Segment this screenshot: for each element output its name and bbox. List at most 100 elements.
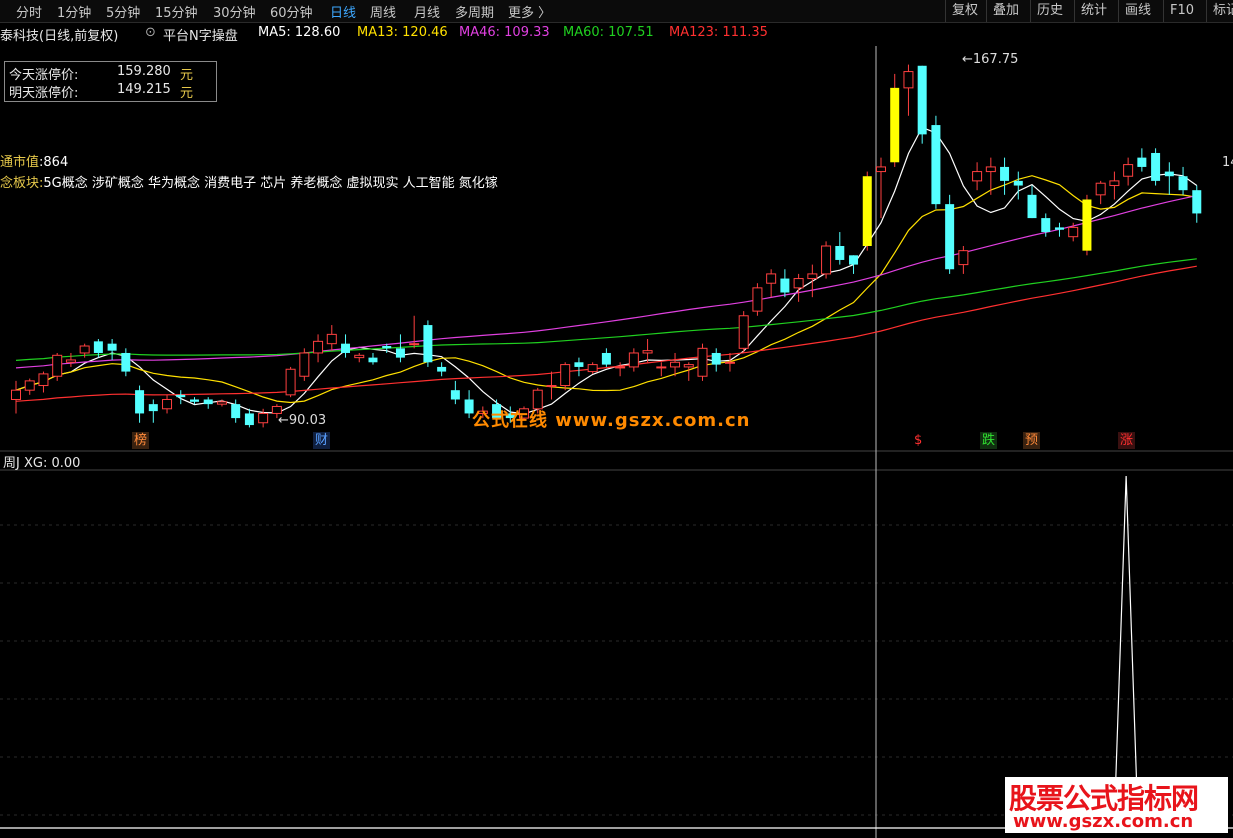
candle-body [395,348,405,358]
candle-body [1027,194,1037,219]
candle-body [24,380,35,391]
signal-marker-0: 榜 [132,432,150,449]
tomorrow-limit-value: 149.215 [117,82,171,97]
period-tab-0[interactable]: 分时 [16,2,42,21]
site-logo: 股票公式指标网 www.gszx.com.cn [1005,777,1228,833]
candle-body [766,273,777,284]
candle-body [189,399,199,402]
candle-body [615,366,626,369]
candle-body [1164,171,1174,177]
tool-button-2[interactable]: 历史 [1030,0,1063,22]
high-price-label: ←167.75 [962,52,1018,67]
candle-body [216,401,227,405]
period-tab-7[interactable]: 周线 [370,2,396,21]
ma5-value: MA5: 128.60 [258,25,341,40]
candle-body [450,390,460,400]
tool-button-3[interactable]: 统计 [1074,0,1107,22]
candle-body [121,352,131,372]
market-cap-value: :864 [39,155,69,170]
today-limit-value: 159.280 [117,64,171,79]
period-tab-10[interactable]: 更多 〉 [508,2,551,21]
period-tab-1[interactable]: 1分钟 [57,2,91,21]
candle-body [656,366,667,369]
candle-body [1041,218,1051,233]
tomorrow-limit-label: 明天涨停价: [9,86,79,101]
candle-body [670,361,681,368]
tool-button-5[interactable]: F10 [1163,0,1194,22]
tomorrow-limit-row: 明天涨停价: 149.215 元 [9,82,193,101]
candle-body [752,287,763,312]
ma13-value: MA13: 120.46 [357,25,448,40]
period-tab-8[interactable]: 月线 [414,2,440,21]
period-tab-4[interactable]: 30分钟 [213,2,256,21]
candle-body [807,273,818,280]
watermark-text: 公式在线 www.gszx.com.cn [472,410,751,431]
candle-body [148,404,158,412]
signal-marker-1: 财 [313,432,331,449]
ma-line-ma5 [15,126,1198,415]
candle-body [326,333,337,345]
market-cap-label: 通市值 [0,155,40,170]
ma-line-ma60 [15,258,1197,361]
candle-body [299,352,310,377]
candle-body [1109,180,1120,187]
candle-body [285,368,296,396]
signal-marker-3: 跌 [980,432,998,449]
xg-signal-line [0,475,1233,829]
candle-body [1000,166,1010,181]
candle-body [821,245,832,275]
candle-body [65,359,76,363]
indicator-name[interactable]: 平台N字操盘 [163,25,238,44]
candle-body [875,166,886,173]
candle-body [862,176,872,246]
stock-title[interactable]: 泰科技(日线,前复权) [0,25,118,44]
candle-body [93,341,103,353]
period-tab-2[interactable]: 5分钟 [106,2,140,21]
right-edge-price-label: 14 [1222,155,1233,170]
candle-body [711,352,721,365]
tool-button-4[interactable]: 画线 [1118,0,1151,22]
candle-body [601,352,611,365]
tool-button-6[interactable]: 标记 [1206,0,1233,22]
period-tab-6[interactable]: 日线 [330,2,356,21]
candle-body [341,343,351,353]
candle-body [903,71,914,89]
today-limit-label: 今天涨停价: [9,68,79,83]
candle-body [162,398,173,410]
candle-body [368,357,378,363]
candle-body [258,412,269,424]
tool-button-0[interactable]: 复权 [945,0,978,22]
candle-body [738,315,749,349]
candle-body [628,352,639,368]
candle-body [931,125,941,205]
signal-marker-5: 涨 [1118,432,1136,449]
candle-body [890,87,900,163]
limit-price-box: 今天涨停价: 159.280 元 明天涨停价: 149.215 元 [4,61,217,102]
candle-body [313,340,324,354]
candle-body [780,278,790,293]
logo-url: www.gszx.com.cn [1013,811,1194,832]
tomorrow-limit-unit: 元 [180,86,194,101]
indicator-dropdown-icon[interactable]: ⊙ [145,25,156,40]
candle-body [1013,180,1023,186]
candle-body [587,364,598,373]
candle-body [409,343,420,346]
candle-body [38,373,49,387]
candle-body [107,343,117,351]
period-tab-5[interactable]: 60分钟 [270,2,313,21]
period-toolbar: 分时 1分钟 5分钟 15分钟 30分钟 60分钟 日线 周线 月线 多周期 更多 〉 复权 叠加 历史统… [0,0,1233,23]
candle-body [793,278,804,289]
today-limit-row: 今天涨停价: 159.280 元 [9,64,193,83]
candle-body [849,255,859,265]
concept-line: 念板块:5G概念 涉矿概念 华为概念 消费电子 芯片 养老概念 虚拟现实 人工智… [0,172,498,191]
period-tab-9[interactable]: 多周期 [455,2,494,21]
candle-body [560,364,571,387]
ma-line-ma13 [15,175,1197,404]
candle-body [1123,164,1134,177]
tool-button-1[interactable]: 叠加 [986,0,1019,22]
concept-list: 5G概念 涉矿概念 华为概念 消费电子 芯片 养老概念 虚拟现实 人工智能 氮化… [43,176,498,191]
candle-body [52,354,63,377]
candle-body [1054,227,1064,230]
period-tab-3[interactable]: 15分钟 [155,2,198,21]
candle-body [203,399,213,405]
